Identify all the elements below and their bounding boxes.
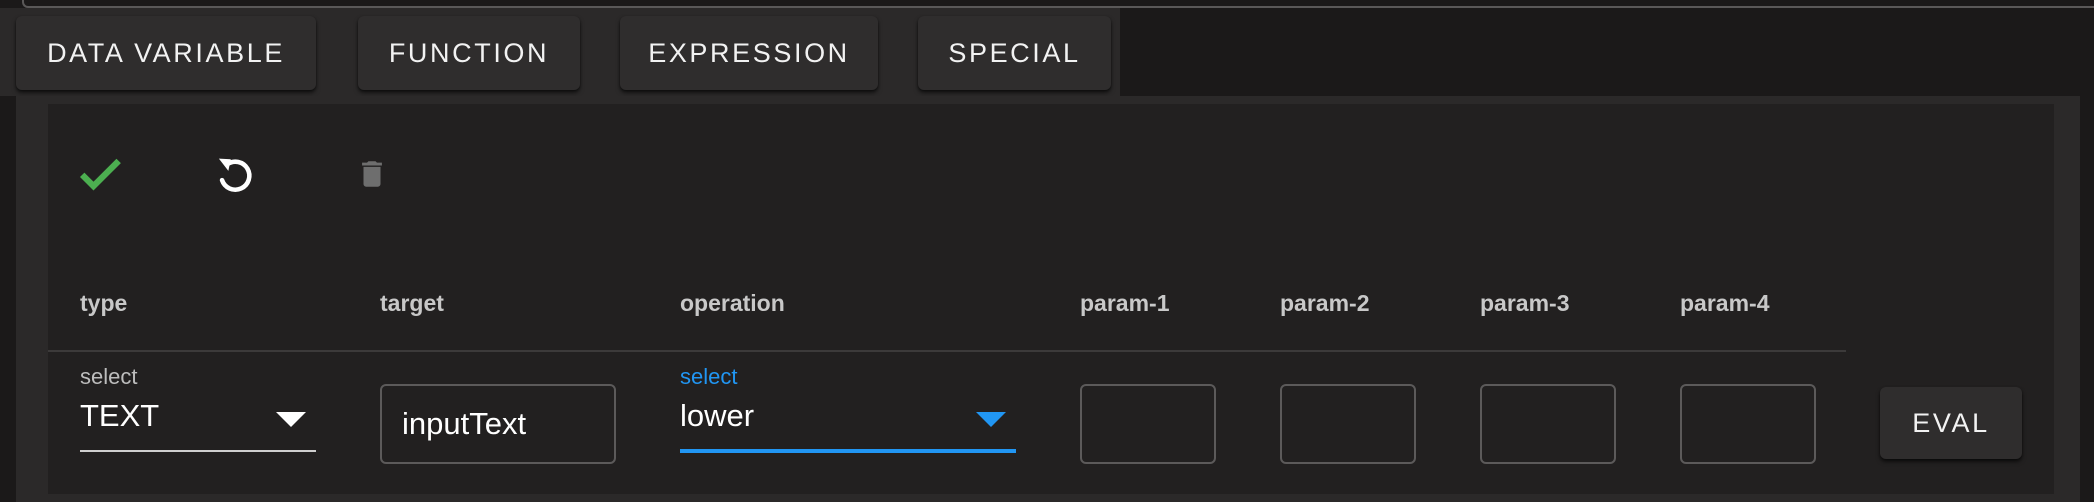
- operation-select-underline: [680, 449, 1016, 453]
- type-select-label: select: [80, 364, 138, 389]
- check-icon[interactable]: [72, 146, 128, 202]
- param-2-input[interactable]: [1280, 384, 1416, 464]
- operation-select[interactable]: select lower: [680, 360, 1016, 453]
- undo-icon-glyph: [218, 158, 252, 192]
- type-select-value: TEXT: [80, 398, 160, 433]
- tab-expression[interactable]: EXPRESSION: [620, 16, 878, 90]
- type-select[interactable]: select TEXT: [80, 360, 316, 452]
- top-border: [22, 0, 2094, 8]
- param-3-input[interactable]: [1480, 384, 1616, 464]
- param-1-input[interactable]: [1080, 384, 1216, 464]
- chevron-down-icon: [976, 412, 1006, 427]
- column-header-param-2: param-2: [1280, 290, 1370, 316]
- column-header-param-1: param-1: [1080, 290, 1170, 316]
- target-input[interactable]: [380, 384, 616, 464]
- trash-icon[interactable]: [344, 146, 400, 202]
- expression-editor: DATA VARIABLE FUNCTION EXPRESSION SPECIA…: [0, 0, 2094, 502]
- tab-special[interactable]: SPECIAL: [918, 16, 1111, 90]
- column-header-target: target: [380, 290, 444, 316]
- trash-icon-glyph: [362, 161, 382, 187]
- column-header-param-4: param-4: [1680, 290, 1770, 316]
- chevron-down-icon: [276, 412, 306, 427]
- type-select-underline: [80, 450, 316, 452]
- operation-select-value: lower: [680, 398, 755, 433]
- tab-function[interactable]: FUNCTION: [358, 16, 580, 90]
- column-header-param-3: param-3: [1480, 290, 1570, 316]
- check-icon-glyph: [79, 158, 121, 191]
- column-header-type: type: [80, 290, 128, 316]
- undo-icon[interactable]: [207, 146, 263, 202]
- operation-select-label: select: [680, 364, 738, 389]
- header-divider: [48, 350, 1846, 352]
- column-header-operation: operation: [680, 290, 785, 316]
- tab-data-variable[interactable]: DATA VARIABLE: [16, 16, 316, 90]
- eval-button[interactable]: EVAL: [1880, 387, 2022, 459]
- param-4-input[interactable]: [1680, 384, 1816, 464]
